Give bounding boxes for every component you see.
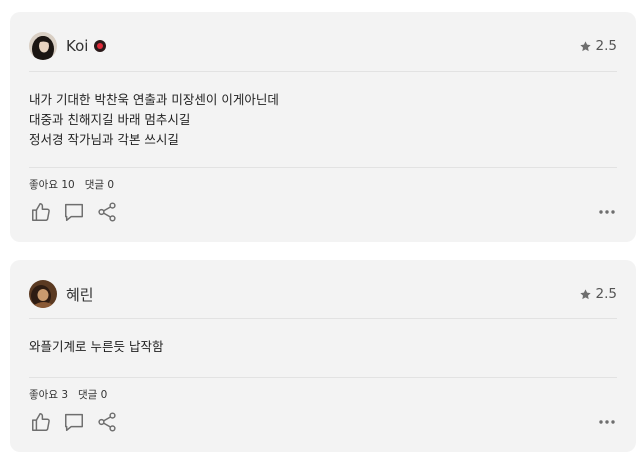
review-line: 와플기계로 누른듯 납작함	[29, 339, 164, 354]
comment-button[interactable]	[62, 200, 86, 224]
review-line: 대중과 친해지길 바래 멈추시길	[29, 112, 191, 127]
comment-button[interactable]	[62, 410, 86, 434]
username[interactable]: 혜린	[66, 284, 94, 305]
divider	[29, 318, 617, 319]
username[interactable]: Koi	[66, 37, 88, 55]
star-icon	[579, 288, 591, 299]
divider	[29, 71, 617, 72]
like-button[interactable]	[29, 410, 53, 434]
review-header: Koi 2.5	[29, 31, 617, 61]
more-options-button[interactable]	[597, 200, 617, 224]
review-text: 내가 기대한 박찬욱 연출과 미장센이 이게아닌데 대중과 친해지길 바래 멈추…	[29, 90, 617, 150]
review-stats: 좋아요 10 댓글 0	[29, 177, 114, 192]
like-count: 좋아요 3	[29, 389, 68, 401]
more-options-button[interactable]	[597, 410, 617, 434]
rating-value: 2.5	[595, 38, 617, 54]
share-button[interactable]	[95, 200, 119, 224]
comment-count: 댓글 0	[84, 179, 115, 191]
review-actions	[29, 410, 617, 434]
rating: 2.5	[579, 286, 617, 302]
review-card: 혜린 2.5 와플기계로 누른듯 납작함 좋아요 3 댓글 0	[10, 260, 636, 452]
review-text: 와플기계로 누른듯 납작함	[29, 337, 617, 357]
rating: 2.5	[579, 38, 617, 54]
rating-value: 2.5	[595, 286, 617, 302]
star-icon	[579, 40, 591, 51]
more-icon	[599, 210, 615, 214]
review-line: 정서경 작가님과 각본 쓰시길	[29, 132, 179, 147]
comment-count: 댓글 0	[78, 389, 108, 401]
divider	[29, 377, 617, 378]
thumbs-up-icon	[32, 413, 50, 431]
badge-icon	[94, 40, 107, 52]
review-actions	[29, 200, 617, 224]
avatar[interactable]	[29, 280, 57, 308]
review-card: Koi 2.5 내가 기대한 박찬욱 연출과 미장센이 이게아닌데 대중과 친해…	[10, 12, 636, 242]
thumbs-up-icon	[32, 203, 50, 221]
comment-icon	[65, 413, 83, 431]
review-stats: 좋아요 3 댓글 0	[29, 387, 107, 402]
divider	[29, 167, 617, 168]
share-icon	[98, 412, 116, 432]
share-icon	[98, 202, 116, 222]
more-icon	[599, 420, 615, 424]
comment-icon	[65, 203, 83, 221]
review-feed: Koi 2.5 내가 기대한 박찬욱 연출과 미장센이 이게아닌데 대중과 친해…	[0, 0, 640, 454]
avatar[interactable]	[29, 32, 57, 60]
share-button[interactable]	[95, 410, 119, 434]
review-header: 혜린 2.5	[29, 279, 617, 309]
review-line: 내가 기대한 박찬욱 연출과 미장센이 이게아닌데	[29, 92, 279, 107]
like-count: 좋아요 10	[29, 179, 75, 191]
like-button[interactable]	[29, 200, 53, 224]
